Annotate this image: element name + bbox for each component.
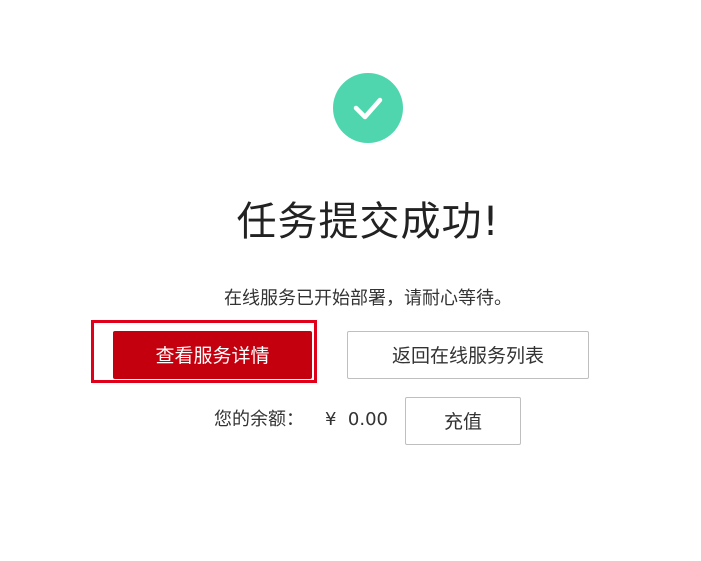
task-success-page: 任务提交成功! 在线服务已开始部署，请耐心等待。 查看服务详情 返回在线服务列表… — [0, 0, 701, 561]
deploy-status-message: 在线服务已开始部署，请耐心等待。 — [224, 288, 512, 309]
currency-symbol: ¥ — [325, 409, 337, 430]
balance-label: 您的余额： — [214, 409, 304, 430]
back-to-online-services-button[interactable]: 返回在线服务列表 — [347, 331, 589, 379]
check-mark-icon — [353, 97, 383, 120]
recharge-button[interactable]: 充值 — [405, 397, 521, 445]
view-service-details-button[interactable]: 查看服务详情 — [113, 331, 312, 379]
balance-value: 0.00 — [347, 409, 388, 430]
balance-amount: ¥ 0.00 — [325, 407, 388, 433]
success-title: 任务提交成功! — [236, 199, 500, 245]
check-circle-icon — [333, 73, 403, 143]
